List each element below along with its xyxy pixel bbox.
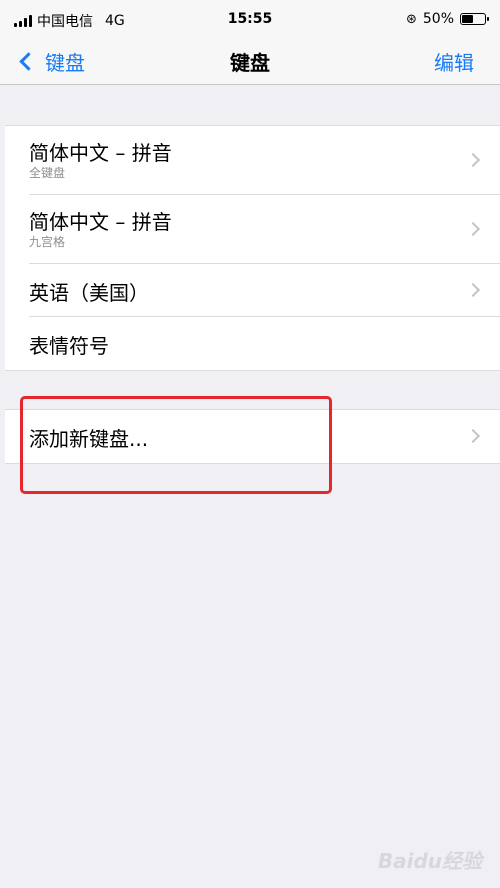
battery-icon [460,13,489,25]
keyboard-subtitle: 全键盘 [29,166,66,180]
keyboard-row-pinyin-full[interactable]: 简体中文 – 拼音 全键盘 [29,126,500,195]
add-keyboard-label: 添加新键盘... [29,427,149,451]
keyboard-title: 简体中文 – 拼音 [29,141,172,165]
keyboard-title: 简体中文 – 拼音 [29,210,172,234]
keyboard-title: 表情符号 [29,334,109,358]
status-right: ⊛ 50% [405,11,489,27]
chevron-right-icon [465,282,481,298]
keyboard-title: 英语（美国） [29,281,149,305]
keyboard-row-pinyin-9key[interactable]: 简体中文 – 拼音 九宫格 [29,195,500,264]
keyboards-list: 简体中文 – 拼音 全键盘 简体中文 – 拼音 九宫格 英语（美国） 表情符号 [5,125,500,371]
page-title: 键盘 [230,51,270,75]
status-bar: 中国电信 4G 15:55 ⊛ 50% [0,0,500,38]
keyboard-subtitle: 九宫格 [29,235,66,249]
chevron-right-icon [465,152,481,168]
add-keyboard-row[interactable]: 添加新键盘... [29,410,500,463]
chevron-right-icon [465,221,481,237]
add-keyboard-group: 添加新键盘... [5,409,500,464]
chevron-right-icon [465,428,481,444]
navigation-bar: 键盘 键盘 编辑 [0,38,500,85]
battery-percent: 50% [422,11,454,27]
keyboard-row-emoji[interactable]: 表情符号 [29,317,500,370]
watermark-logo: Baidu经验 [377,849,482,873]
battery-fill [462,15,473,23]
rotation-lock-icon: ⊛ [405,11,417,27]
edit-button[interactable]: 编辑 [434,47,474,76]
keyboard-row-english-us[interactable]: 英语（美国） [29,264,500,317]
